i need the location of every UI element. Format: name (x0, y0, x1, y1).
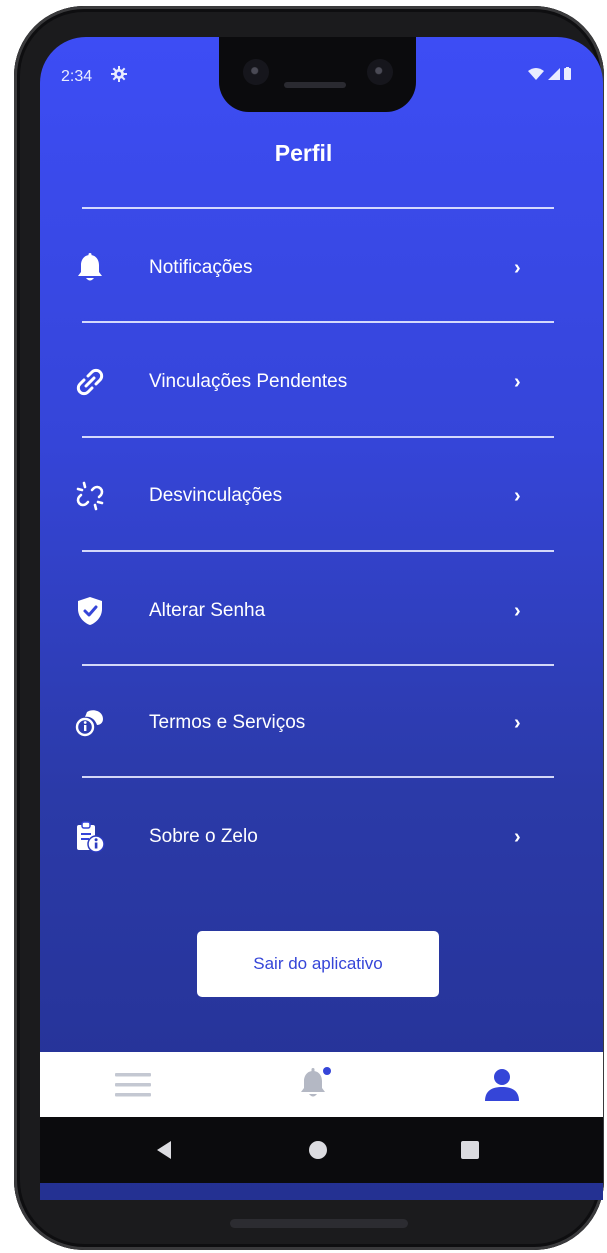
chevron-right-icon: › (514, 371, 521, 393)
signal-icon (548, 67, 560, 80)
system-navigation-bar (40, 1117, 603, 1183)
home-circle-icon (309, 1141, 327, 1159)
wifi-icon (528, 67, 544, 80)
earpiece-speaker (284, 82, 346, 88)
recents-square-icon (461, 1141, 479, 1159)
battery-icon (564, 67, 571, 80)
logout-button[interactable]: Sair do aplicativo (197, 931, 439, 997)
back-triangle-icon (157, 1141, 171, 1159)
bottom-speaker-grille (230, 1219, 408, 1228)
front-camera-left (243, 59, 269, 85)
recents-button[interactable] (455, 1135, 485, 1165)
nav-notifications[interactable] (266, 1052, 366, 1117)
menu-item-label: Vinculações Pendentes (149, 371, 348, 392)
menu-item-vinculacoes-pendentes[interactable]: Vinculações Pendentes › (72, 342, 562, 422)
divider (82, 321, 554, 323)
home-button[interactable] (303, 1135, 333, 1165)
back-button[interactable] (149, 1135, 179, 1165)
menu-item-label: Termos e Serviços (149, 712, 306, 733)
chevron-right-icon: › (514, 826, 521, 848)
menu-item-termos-e-servicos[interactable]: Termos e Serviços › (72, 683, 562, 763)
front-camera-right (367, 59, 393, 85)
divider (82, 776, 554, 778)
nav-menu[interactable] (83, 1052, 183, 1117)
link-icon (72, 364, 108, 400)
notification-badge (323, 1066, 331, 1075)
chevron-right-icon: › (514, 712, 521, 734)
settings-gear-icon (111, 66, 127, 87)
profile-icon (485, 1068, 519, 1101)
divider (82, 664, 554, 666)
bell-icon (72, 250, 108, 286)
menu-item-notificacoes[interactable]: Notificações › (72, 228, 562, 308)
menu-item-alterar-senha[interactable]: Alterar Senha › (72, 571, 562, 651)
divider (82, 207, 554, 209)
menu-icon (115, 1072, 151, 1096)
divider (82, 550, 554, 552)
broken-link-icon (72, 478, 108, 514)
menu-item-label: Sobre o Zelo (149, 826, 258, 847)
divider (82, 436, 554, 438)
clipboard-info-icon (72, 819, 108, 855)
menu-item-label: Alterar Senha (149, 600, 266, 621)
menu-item-label: Desvinculações (149, 485, 283, 506)
nav-profile[interactable] (452, 1052, 552, 1117)
bottom-navigation (40, 1052, 603, 1117)
page-title: Perfil (274, 140, 333, 166)
terms-icon (72, 705, 108, 741)
notifications-bell-icon (301, 1066, 331, 1096)
menu-item-desvinculacoes[interactable]: Desvinculações › (72, 456, 562, 536)
chevron-right-icon: › (514, 600, 521, 622)
chevron-right-icon: › (514, 257, 521, 279)
notch (219, 37, 416, 112)
status-time: 2:34 (61, 68, 93, 85)
status-icons (528, 67, 571, 80)
chevron-right-icon: › (514, 485, 521, 507)
menu-item-label: Notificações (149, 257, 253, 278)
menu-item-sobre-o-zelo[interactable]: Sobre o Zelo › (72, 797, 562, 877)
shield-check-icon (72, 593, 108, 629)
